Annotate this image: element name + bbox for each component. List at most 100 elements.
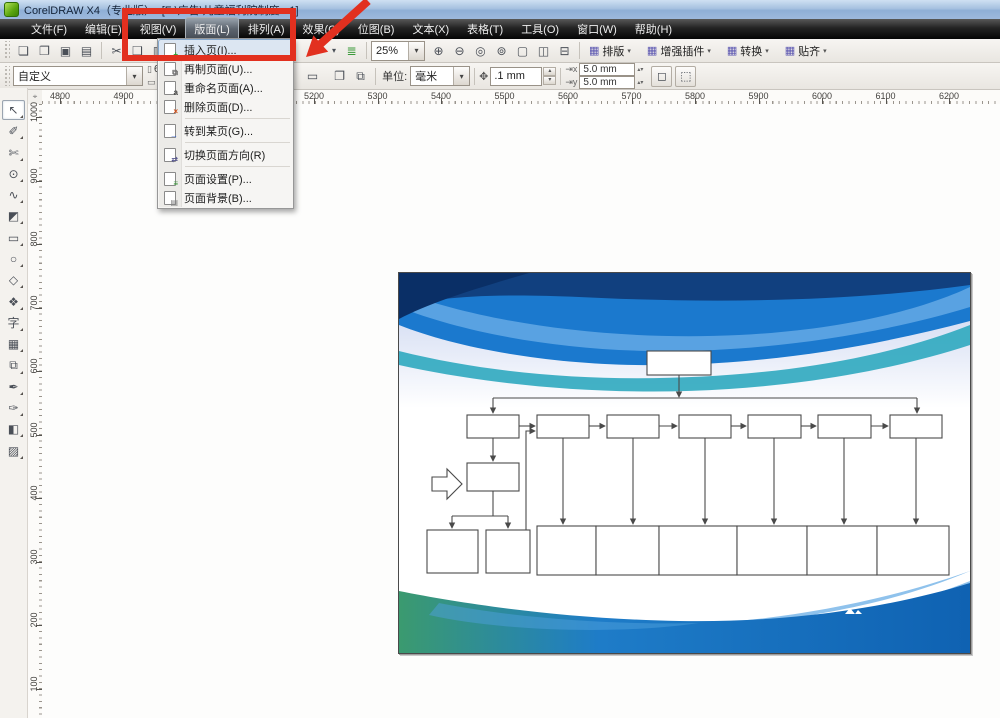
layout-menu-item[interactable]: →转到某页(G)...	[159, 121, 292, 140]
table-tool-icon[interactable]: ▦	[2, 334, 25, 354]
pick-tool-icon[interactable]: ↖	[2, 100, 25, 120]
nudge-spinner[interactable]: ▴▾	[543, 67, 556, 85]
icon-badge: →	[170, 131, 178, 140]
chart-bottomleft-box[interactable]	[486, 530, 530, 573]
chart-bottom-box[interactable]	[737, 526, 807, 575]
preset-combobox-arrow-icon[interactable]: ▾	[126, 67, 142, 85]
zoom-in-icon[interactable]: ⊕	[428, 40, 449, 61]
chart-bottomleft-box[interactable]	[427, 530, 478, 573]
chart-bottom-box[interactable]	[659, 526, 737, 575]
chart-bottom-box[interactable]	[596, 526, 659, 575]
chart-row3-box[interactable]	[467, 463, 519, 491]
chart-row2-box[interactable]	[748, 415, 801, 438]
chart-row2-box[interactable]	[607, 415, 659, 438]
text-tool-icon[interactable]: 字	[2, 313, 25, 333]
plugin-dropdown-arrow-icon[interactable]: ▾	[823, 47, 827, 55]
smart-fill-tool-icon[interactable]: ◩	[2, 206, 25, 226]
interactive-fill-tool-icon[interactable]: ▨	[2, 441, 25, 461]
menubar-item[interactable]: 帮助(H)	[627, 18, 680, 40]
chart-row2-box[interactable]	[679, 415, 731, 438]
basic-shapes-tool-icon[interactable]: ❖	[2, 292, 25, 312]
menubar-item[interactable]: 文本(X)	[404, 18, 457, 40]
duplicate-distance-x-field[interactable]: ⇥x 5.0 mm ▴▾	[565, 64, 643, 76]
page-preset-combobox[interactable]: 自定义 ▾	[13, 66, 143, 86]
zoom-page-icon[interactable]: ▢	[512, 40, 533, 61]
ellipse-tool-icon[interactable]: ○	[2, 249, 25, 269]
treat-as-filled-button[interactable]: ◻	[651, 66, 672, 87]
zoom-level-combobox[interactable]: 25% ▾	[371, 41, 425, 61]
chart-top-box[interactable]	[647, 351, 711, 375]
delete-page-icon: ×	[162, 100, 177, 114]
copy-icon[interactable]: ❑	[127, 40, 148, 61]
zoom-width-icon[interactable]: ◫	[533, 40, 554, 61]
undo-dropdown-arrow[interactable]: ▾	[327, 40, 341, 61]
units-combobox-arrow-icon[interactable]: ▾	[453, 67, 469, 85]
menubar-item[interactable]: 效果(C)	[295, 18, 348, 40]
duplicate-distance-y-field[interactable]: ⇥y 5.0 mm ▴▾	[565, 77, 643, 89]
plugin-dropdown-arrow-icon[interactable]: ▾	[707, 47, 711, 55]
plugin-button[interactable]: ▦转换▾	[722, 41, 774, 61]
zoom-combobox-arrow-icon[interactable]: ▾	[408, 42, 424, 60]
plugin-dropdown-arrow-icon[interactable]: ▾	[765, 47, 769, 55]
nudge-offset-field[interactable]: .1 mm	[490, 67, 542, 86]
layout-menu-item[interactable]: ⧉再制页面(U)...	[159, 59, 292, 78]
menubar-item[interactable]: 工具(O)	[513, 18, 567, 40]
units-combobox[interactable]: 毫米 ▾	[410, 66, 470, 86]
application-launcher-icon[interactable]: ≣	[341, 40, 362, 61]
landscape-orientation-button[interactable]: ▭	[302, 66, 323, 87]
layout-menu-item[interactable]: ⇄切换页面方向(R)	[159, 145, 292, 164]
layout-menu-item[interactable]: ×删除页面(D)...	[159, 97, 292, 116]
rectangle-tool-icon[interactable]: ▭	[2, 228, 25, 248]
new-document-icon[interactable]: ❏	[13, 40, 34, 61]
chart-bottom-box[interactable]	[807, 526, 877, 575]
zoom-tool-icon[interactable]: ⊙	[2, 164, 25, 184]
interactive-tool-icon[interactable]: ⧉	[2, 356, 25, 376]
chart-row2-box[interactable]	[537, 415, 589, 438]
freehand-tool-icon[interactable]: ∿	[2, 185, 25, 205]
chart-row2-box[interactable]	[467, 415, 519, 438]
shape-tool-icon[interactable]: ✐	[2, 121, 25, 141]
menubar-item[interactable]: 文件(F)	[23, 18, 75, 40]
layout-menu-item[interactable]: a重命名页面(A)...	[159, 78, 292, 97]
fill-tool-icon[interactable]: ◧	[2, 419, 25, 439]
open-icon[interactable]: ❐	[34, 40, 55, 61]
menubar-item[interactable]: 视图(V)	[132, 18, 185, 40]
chart-bottom-box[interactable]	[537, 526, 596, 575]
print-icon[interactable]: ▤	[76, 40, 97, 61]
eyedropper-tool-icon[interactable]: ✒	[2, 377, 25, 397]
plugin-button[interactable]: ▦排版▾	[584, 41, 636, 61]
layout-menu-item[interactable]: +插入页(I)...	[159, 40, 292, 59]
plugin-dropdown-arrow-icon[interactable]: ▾	[627, 47, 631, 55]
all-pages-button[interactable]: ❐	[329, 66, 350, 87]
zoom-out-icon[interactable]: ⊖	[449, 40, 470, 61]
zoom-selected-icon[interactable]: ⊚	[491, 40, 512, 61]
vruler-number: 800	[29, 227, 39, 251]
outline-tool-icon[interactable]: ✑	[2, 398, 25, 418]
menubar-item[interactable]: 编辑(E)	[77, 18, 130, 40]
layout-menu-item[interactable]: ≡页面设置(P)...	[159, 169, 292, 188]
duplicate-y-spinner[interactable]: ▴▾	[637, 79, 643, 86]
chart-row2-box[interactable]	[890, 415, 942, 438]
polygon-tool-icon[interactable]: ◇	[2, 270, 25, 290]
menubar-item[interactable]: 位图(B)	[350, 18, 403, 40]
menubar-item[interactable]: 版面(L)	[186, 18, 237, 40]
chart-block-arrow[interactable]	[432, 469, 462, 499]
document-page[interactable]	[398, 272, 971, 654]
zoom-actual-icon[interactable]: ◎	[470, 40, 491, 61]
cut-icon[interactable]: ✂	[106, 40, 127, 61]
crop-tool-icon[interactable]: ✄	[2, 143, 25, 163]
menubar-item[interactable]: 排列(A)	[240, 18, 293, 40]
plugin-button[interactable]: ▦增强插件▾	[642, 41, 716, 61]
duplicate-x-spinner[interactable]: ▴▾	[637, 66, 643, 73]
plugin-button[interactable]: ▦贴齐▾	[780, 41, 832, 61]
snap-options-button[interactable]: ⬚	[675, 66, 696, 87]
layout-menu-item[interactable]: ▤页面背景(B)...	[159, 188, 292, 207]
save-icon[interactable]: ▣	[55, 40, 76, 61]
toolbar-separator	[579, 42, 580, 59]
zoom-height-icon[interactable]: ⊟	[554, 40, 575, 61]
chart-row2-box[interactable]	[818, 415, 871, 438]
menubar-item[interactable]: 表格(T)	[459, 18, 511, 40]
chart-bottom-box[interactable]	[877, 526, 949, 575]
current-page-button[interactable]: ⧉	[350, 66, 371, 87]
menubar-item[interactable]: 窗口(W)	[569, 18, 625, 40]
